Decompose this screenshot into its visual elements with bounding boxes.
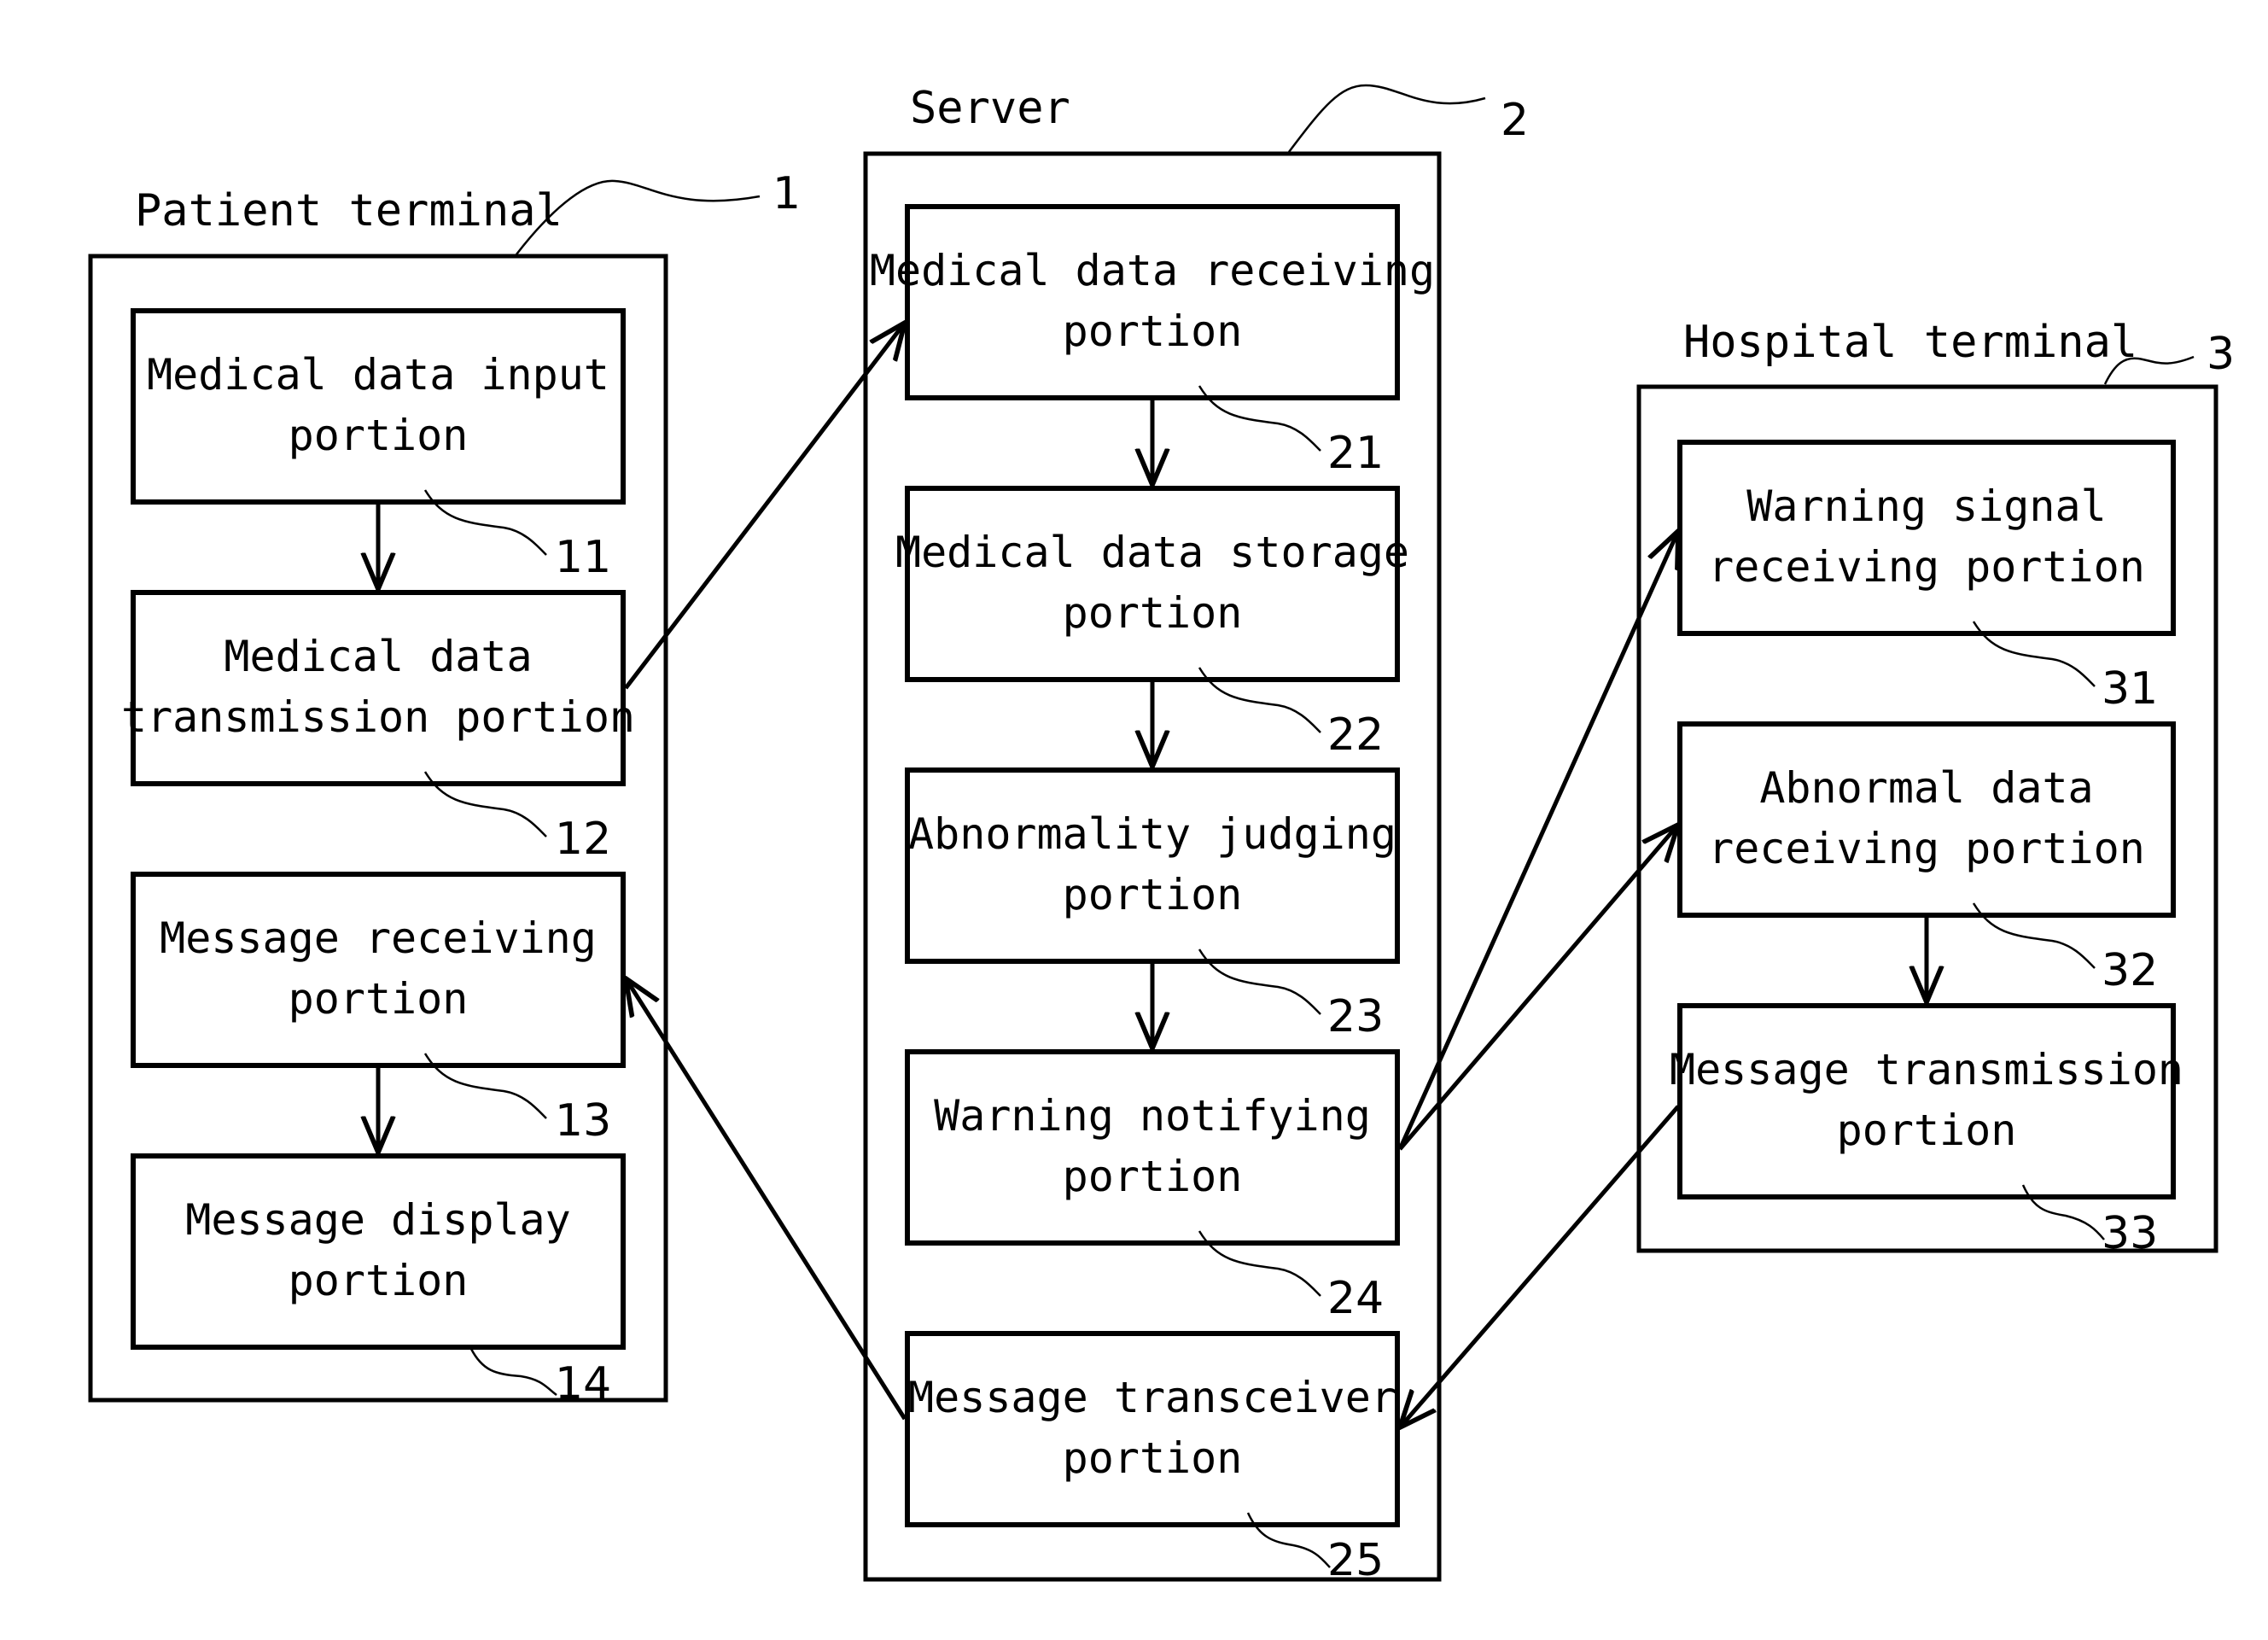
ref-label-23: 23 — [1327, 991, 1384, 1042]
ref-label-31: 31 — [2102, 663, 2158, 715]
block-label-line2: portion — [1063, 588, 1243, 638]
block-label-line1: Medical data input — [147, 350, 609, 400]
ref-label-1: 1 — [773, 168, 801, 219]
block-label-line1: Warning signal — [1746, 481, 2106, 531]
ref-label-14: 14 — [555, 1358, 611, 1409]
ref-label-12: 12 — [555, 814, 611, 865]
block-warning-notifying[interactable]: Warning notifying portion — [905, 1049, 1400, 1246]
arrow-24-to-32 — [1398, 825, 1678, 1151]
block-label-line1: Medical data receiving — [870, 246, 1435, 295]
ref-label-25: 25 — [1327, 1535, 1384, 1586]
block-label-line1: Message receiving — [160, 913, 597, 963]
block-medical-data-transmission[interactable]: Medical data transmission portion — [121, 590, 635, 786]
block-medical-data-receiving[interactable]: Medical data receiving portion — [870, 204, 1435, 400]
block-message-receiving[interactable]: Message receiving portion — [131, 872, 626, 1068]
hospital-terminal-group: Hospital terminal 3 Warning signal recei… — [1636, 317, 2235, 1259]
block-label-line1: Warning notifying — [934, 1091, 1371, 1141]
block-label-line2: portion — [1837, 1106, 2017, 1155]
ref-label-32: 32 — [2102, 945, 2158, 996]
ref-label-22: 22 — [1327, 709, 1384, 761]
block-label-line2: portion — [1063, 1433, 1243, 1483]
block-label-line2: transmission portion — [121, 692, 635, 742]
ref-label-11: 11 — [555, 532, 611, 583]
ref-label-13: 13 — [555, 1095, 611, 1147]
block-label-line2: receiving portion — [1708, 824, 2145, 873]
block-medical-data-storage[interactable]: Medical data storage portion — [895, 486, 1409, 682]
server-title: Server — [910, 83, 1070, 134]
block-warning-signal-receiving[interactable]: Warning signal receiving portion — [1677, 440, 2176, 636]
hospital-terminal-title: Hospital terminal — [1683, 317, 2137, 368]
arrow-33-to-25 — [1400, 1105, 1680, 1427]
block-diagram: Patient terminal 1 Medical data input po… — [88, 83, 2235, 1586]
ref-label-21: 21 — [1327, 428, 1384, 479]
ref-label-24: 24 — [1327, 1273, 1384, 1324]
patient-terminal-title: Patient terminal — [135, 185, 563, 236]
block-label-line2: portion — [289, 1256, 469, 1305]
block-label-line1: Message transceiver — [908, 1373, 1396, 1422]
leader-line-2 — [1288, 84, 1486, 153]
server-group: Server 2 Medical data receiving portion … — [863, 83, 1529, 1586]
block-label-line2: portion — [289, 411, 469, 460]
block-label-line1: Medical data storage — [895, 528, 1409, 577]
arrow-24-to-31 — [1397, 531, 1678, 1151]
patient-terminal-group: Patient terminal 1 Medical data input po… — [88, 168, 801, 1409]
block-label-line1: Abnormality judging — [908, 809, 1396, 859]
ref-label-2: 2 — [1501, 95, 1529, 146]
leader-line-14 — [469, 1348, 557, 1396]
block-label-line2: portion — [1063, 870, 1243, 919]
ref-label-3: 3 — [2207, 329, 2235, 380]
block-message-display[interactable]: Message display portion — [131, 1153, 626, 1350]
block-label-line1: Abnormal data — [1759, 763, 2093, 813]
block-label-line1: Medical data — [224, 632, 532, 681]
block-label-line1: Message display — [185, 1195, 571, 1245]
block-message-transmission[interactable]: Message transmission portion — [1670, 1003, 2183, 1199]
ref-label-33: 33 — [2102, 1208, 2158, 1259]
block-label-line1: Message transmission — [1670, 1045, 2183, 1094]
block-label-line2: portion — [289, 974, 469, 1024]
block-label-line2: receiving portion — [1708, 542, 2145, 592]
block-label-line2: portion — [1063, 1152, 1243, 1201]
block-message-transceiver[interactable]: Message transceiver portion — [905, 1331, 1400, 1527]
block-label-line2: portion — [1063, 306, 1243, 356]
block-abnormal-data-receiving[interactable]: Abnormal data receiving portion — [1677, 721, 2176, 918]
block-medical-data-input[interactable]: Medical data input portion — [131, 308, 626, 505]
block-abnormality-judging[interactable]: Abnormality judging portion — [905, 767, 1400, 964]
